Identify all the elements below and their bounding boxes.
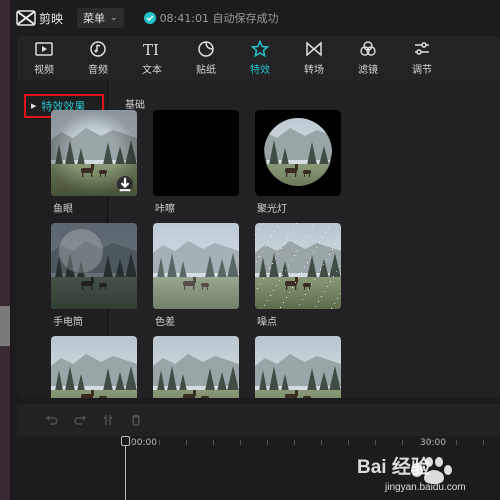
save-status-text: 08:41:01 自动保存成功 — [159, 12, 279, 25]
chevron-down-icon: ⌄ — [110, 13, 118, 23]
effects-grid: 基础 鱼眼 咔嚓 聚光灯 手电筒 色差 噪点 — [51, 80, 500, 398]
tab-effects[interactable]: 特效 — [233, 36, 287, 80]
adjust-icon — [415, 42, 429, 55]
app-logo: 剪映 — [16, 9, 63, 27]
effect-label: 鱼眼 — [53, 204, 73, 215]
effect-thumbnail[interactable] — [51, 223, 137, 309]
effect-thumbnail[interactable] — [255, 336, 341, 398]
ruler-tick — [348, 440, 349, 445]
effect-label: 聚光灯 — [257, 204, 287, 215]
effect-label: 咔嚓 — [155, 204, 175, 215]
effect-label: 色差 — [155, 317, 175, 328]
filter-icon — [360, 41, 376, 56]
app-window: 剪映 菜单 ⌄ 08:41:01 自动保存成功 视频 音频 TI 文本 贴纸 特… — [0, 0, 500, 500]
tab-audio[interactable]: 音频 — [71, 36, 125, 80]
tab-label: 视频 — [34, 65, 54, 76]
effect-thumbnail[interactable] — [153, 223, 239, 309]
effect-thumbnail[interactable] — [51, 336, 137, 398]
ruler-tick — [240, 440, 241, 445]
effect-thumbnail[interactable] — [153, 110, 239, 196]
text-icon: TI — [143, 41, 159, 58]
tab-transition[interactable]: 转场 — [287, 36, 341, 80]
material-panel: 视频 音频 TI 文本 贴纸 特效 转场 滤镜 调节 ▶ 特效效果 基础 鱼眼 … — [17, 36, 500, 398]
tab-label: 滤镜 — [358, 65, 378, 76]
video-icon — [35, 42, 53, 56]
watermark-subtext: jingyan.baidu.com — [385, 482, 466, 493]
timeline-toolbar — [17, 404, 500, 436]
tab-label: 音频 — [88, 65, 108, 76]
effect-thumbnail[interactable] — [51, 110, 137, 196]
caret-right-icon: ▶ — [31, 102, 37, 110]
time-label-start: 00:00 — [131, 438, 157, 448]
effect-thumbnail[interactable] — [153, 336, 239, 398]
section-title: 基础 — [125, 100, 145, 111]
split-icon[interactable] — [101, 413, 115, 427]
tab-filter[interactable]: 滤镜 — [341, 36, 395, 80]
left-edge-strip — [0, 0, 10, 500]
effect-label: 手电筒 — [53, 317, 83, 328]
tab-adjust[interactable]: 调节 — [395, 36, 449, 80]
playhead[interactable] — [125, 440, 126, 500]
ruler-tick — [294, 440, 295, 445]
svg-text:TI: TI — [143, 41, 159, 58]
menu-label: 菜单 — [83, 12, 106, 25]
ruler-tick — [213, 440, 214, 445]
tab-video[interactable]: 视频 — [17, 36, 71, 80]
undo-icon[interactable] — [45, 413, 59, 427]
baidu-watermark: Bai 经验 jingyan.baidu.com — [355, 440, 500, 500]
effect-thumbnail[interactable] — [255, 223, 341, 309]
download-icon[interactable] — [117, 176, 133, 192]
ruler-tick — [267, 440, 268, 445]
effect-label: 噪点 — [257, 317, 277, 328]
app-name: 剪映 — [39, 11, 64, 26]
redo-icon[interactable] — [73, 413, 87, 427]
tab-text[interactable]: TI 文本 — [125, 36, 179, 80]
delete-icon[interactable] — [129, 413, 143, 427]
tab-label: 转场 — [304, 65, 324, 76]
material-toolbar: 视频 音频 TI 文本 贴纸 特效 转场 滤镜 调节 — [17, 36, 500, 80]
capcut-logo-icon — [16, 10, 36, 26]
title-bar: 剪映 菜单 ⌄ 08:41:01 自动保存成功 — [10, 0, 500, 36]
tab-label: 特效 — [250, 65, 270, 76]
ruler-tick — [132, 440, 133, 445]
sticker-icon — [198, 41, 214, 57]
tab-label: 文本 — [142, 65, 162, 76]
music-icon — [90, 41, 106, 57]
tab-sticker[interactable]: 贴纸 — [179, 36, 233, 80]
transition-icon — [306, 41, 322, 57]
tab-label: 调节 — [412, 65, 432, 76]
menu-button[interactable]: 菜单 ⌄ — [77, 8, 124, 28]
save-status: 08:41:01 自动保存成功 — [143, 10, 279, 26]
star-effect-icon — [250, 40, 270, 58]
left-edge-segment — [0, 306, 10, 346]
ruler-tick — [159, 440, 160, 445]
ruler-tick — [186, 440, 187, 445]
ruler-tick — [321, 440, 322, 445]
effect-thumbnail[interactable] — [255, 110, 341, 196]
watermark-text: Bai 经验 — [357, 457, 430, 478]
check-icon — [143, 12, 156, 24]
playhead-handle[interactable] — [121, 436, 130, 446]
tab-label: 贴纸 — [196, 65, 216, 76]
